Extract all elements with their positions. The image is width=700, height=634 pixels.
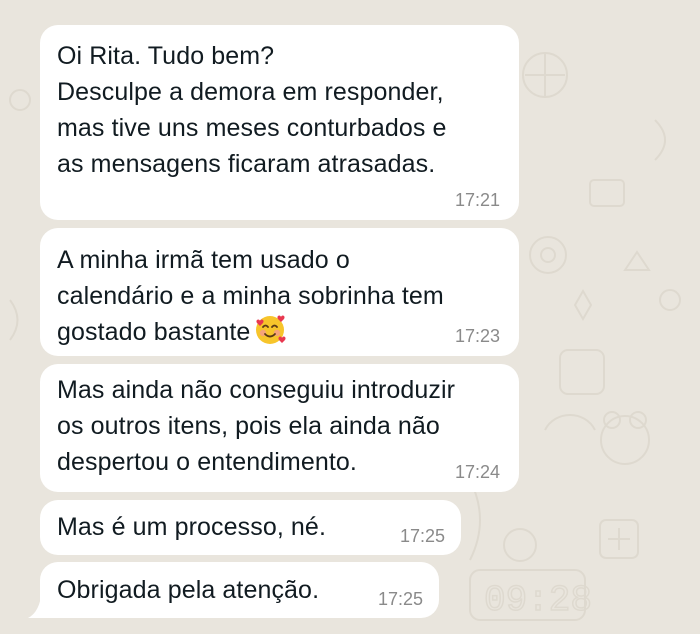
message-timestamp: 17:21 — [454, 190, 500, 210]
message-text-content: A minha irmã tem usado o calendário e a … — [57, 246, 444, 346]
message-text: Mas é um processo, né. — [57, 513, 326, 541]
message-timestamp: 17:25 — [377, 589, 423, 609]
message-bubble[interactable]: Mas ainda não conseguiu introduzir os ou… — [40, 364, 519, 492]
message-text: Oi Rita. Tudo bem? Desculpe a demora em … — [57, 42, 447, 178]
message-text: A minha irmã tem usado o calendário e a … — [57, 242, 444, 350]
message-text: Obrigada pela atenção. — [57, 576, 320, 604]
message-timestamp: 17:25 — [399, 526, 445, 546]
chat-area[interactable]: Oi Rita. Tudo bem? Desculpe a demora em … — [0, 0, 700, 634]
message-text: Mas ainda não conseguiu introduzir os ou… — [57, 376, 456, 476]
message-bubble[interactable]: A minha irmã tem usado o calendário e a … — [40, 228, 519, 356]
message-timestamp: 17:24 — [454, 462, 500, 482]
message-bubble[interactable]: Mas é um processo, né. 17:25 — [40, 500, 461, 555]
smiling-face-with-hearts-icon — [256, 315, 286, 344]
message-timestamp: 17:23 — [454, 326, 500, 346]
message-bubble[interactable]: Oi Rita. Tudo bem? Desculpe a demora em … — [40, 25, 519, 220]
message-bubble[interactable]: Obrigada pela atenção. 17:25 — [40, 562, 439, 618]
